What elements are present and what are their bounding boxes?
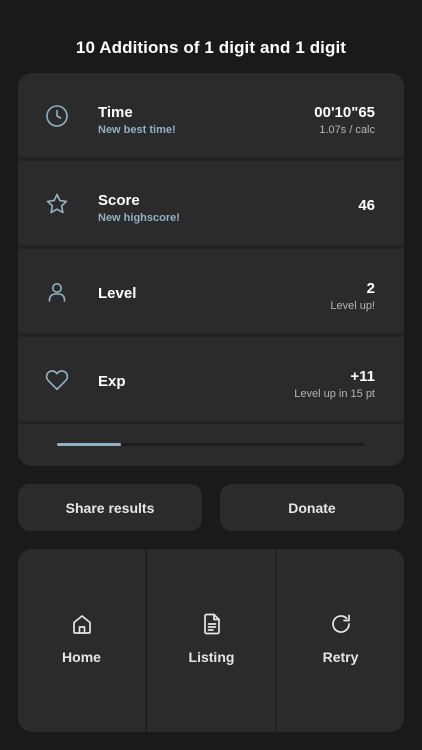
stat-row-time: Time New best time! 00'10"65 1.07s / cal… bbox=[18, 73, 404, 157]
stat-value: 46 bbox=[358, 197, 375, 214]
nav-label: Home bbox=[62, 649, 101, 665]
nav-home-button[interactable]: Home bbox=[18, 549, 145, 732]
stat-value: +11 bbox=[350, 368, 375, 385]
nav-listing-button[interactable]: Listing bbox=[148, 549, 275, 732]
stat-sublabel: New highscore! bbox=[98, 212, 180, 224]
page-title: 10 Additions of 1 digit and 1 digit bbox=[75, 38, 347, 57]
home-icon bbox=[69, 611, 95, 637]
stat-subvalue: Level up! bbox=[330, 300, 375, 312]
stat-row-score: Score New highscore! 46 bbox=[18, 161, 404, 245]
refresh-icon bbox=[328, 611, 354, 637]
stat-row-exp: Exp +11 Level up in 15 pt bbox=[18, 337, 404, 421]
stat-label: Score bbox=[98, 192, 140, 209]
document-icon bbox=[199, 611, 225, 637]
stat-value: 00'10"65 bbox=[314, 104, 375, 121]
stat-label: Exp bbox=[98, 373, 126, 390]
nav-label: Retry bbox=[322, 649, 359, 665]
share-results-button[interactable]: Share results bbox=[18, 484, 202, 531]
stat-value: 2 bbox=[366, 280, 375, 297]
results-card: Time New best time! 00'10"65 1.07s / cal… bbox=[18, 73, 404, 466]
stat-subvalue: Level up in 15 pt bbox=[294, 388, 375, 400]
heart-icon bbox=[44, 367, 70, 393]
exp-progress-bar bbox=[57, 443, 364, 446]
stat-subvalue: 1.07s / calc bbox=[319, 124, 375, 136]
nav-retry-button[interactable]: Retry bbox=[277, 549, 404, 732]
stat-label: Time bbox=[98, 104, 133, 121]
exp-progress-row bbox=[18, 424, 404, 466]
donate-button[interactable]: Donate bbox=[220, 484, 404, 531]
stat-label: Level bbox=[98, 285, 137, 302]
user-icon bbox=[44, 279, 70, 305]
nav-label: Listing bbox=[188, 649, 235, 665]
bottom-nav: Home Listing Retry bbox=[18, 549, 404, 732]
stat-sublabel: New best time! bbox=[98, 124, 176, 136]
clock-icon bbox=[44, 103, 70, 129]
stat-row-level: Level 2 Level up! bbox=[18, 249, 404, 333]
exp-progress-fill bbox=[57, 443, 122, 446]
star-icon bbox=[44, 191, 70, 217]
